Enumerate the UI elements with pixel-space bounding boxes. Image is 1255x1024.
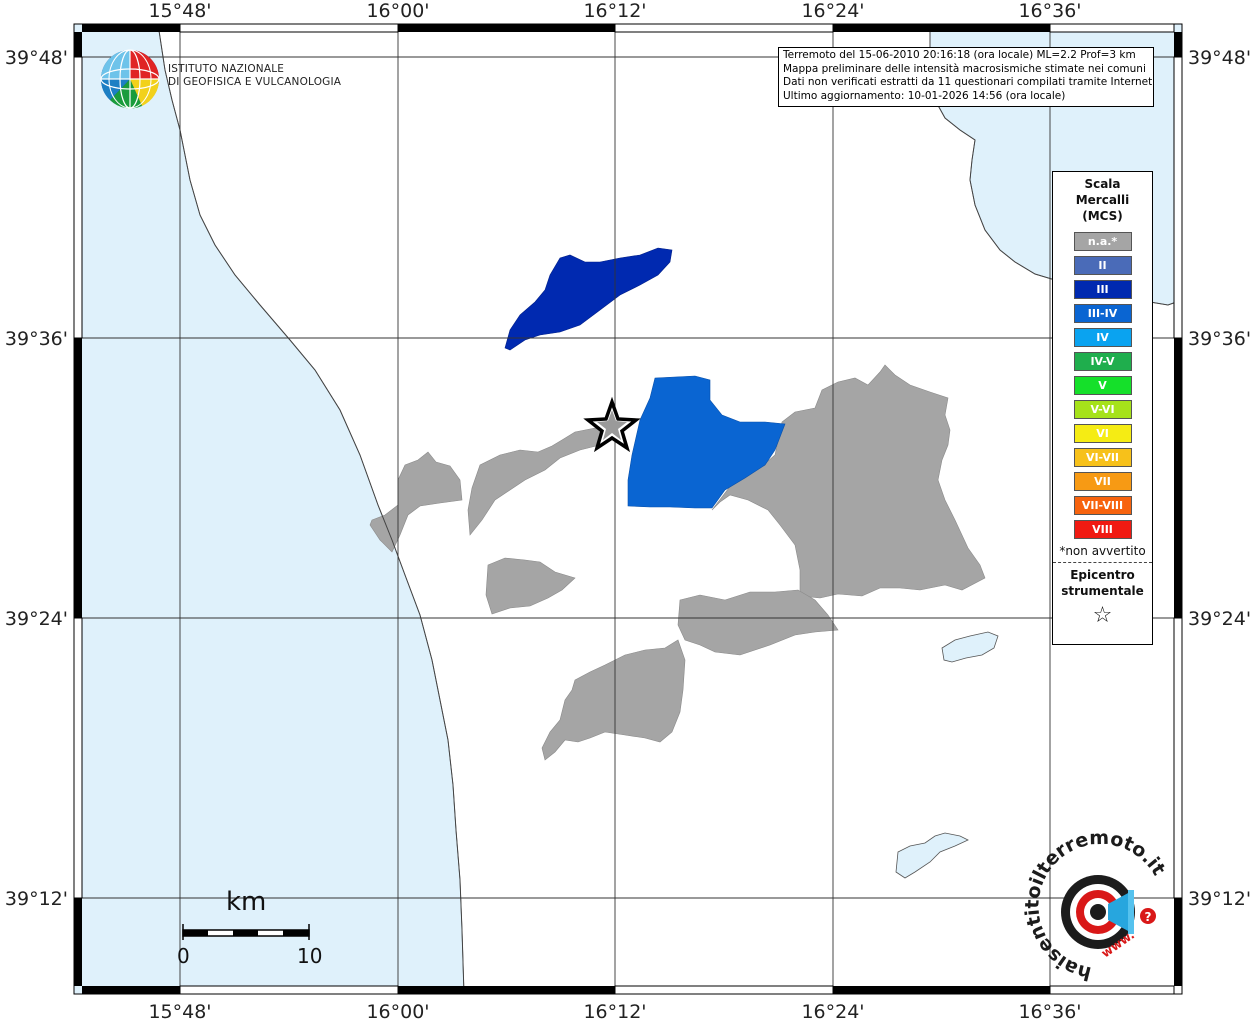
lon-label-top: 16°12' [583,0,646,22]
frame-left-seg-3 [74,338,82,618]
frame-top-seg-1 [82,24,180,32]
ingv-logo-line: DI GEOFISICA E VULCANOLOGIA [168,76,342,88]
scale-bar-unit: km [226,887,267,917]
frame-top-seg-4 [614,23,834,33]
longitude-labels-top: 15°48' 16°00' 16°12' 16°24' 16°36' [148,0,1081,22]
legend-swatch: V-VI [1073,400,1132,419]
info-line: Mappa preliminare delle intensità macros… [783,62,1146,75]
legend-swatch: II [1073,256,1132,275]
lon-label-bottom: 16°24' [801,1001,864,1023]
scale-bar-end: 10 [297,944,323,968]
ingv-logo-line: ISTITUTO NAZIONALE [168,63,285,75]
lat-label-right: 39°24' [1188,608,1251,630]
legend-star-icon: ☆ [1092,603,1113,628]
ingv-globe-icon [100,49,160,109]
lat-label-left: 39°36' [5,328,68,350]
info-line: Dati non verificati estratti da 11 quest… [783,76,1154,88]
lon-label-top: 16°36' [1018,0,1081,22]
legend-items: n.a.* II III III-IV IV IV-V V V-VI VI VI-VII VII VI… [1053,232,1152,539]
frame-right-seg-5 [1174,898,1182,986]
frame-top-seg-3 [398,24,615,32]
legend-swatch: VIII [1073,520,1132,539]
legend-epicenter-line: Epicentro [1070,568,1135,582]
frame-bottom-seg-6 [1049,985,1175,995]
legend-title: Scala Mercalli (MCS) [1053,176,1152,224]
logo-question-mark: ? [1145,910,1152,924]
frame-left-seg-5 [74,898,82,986]
frame-top-seg-6 [1049,23,1175,33]
legend-epicenter-label: Epicentro strumentale [1053,567,1152,599]
ingv-logo-text: ISTITUTO NAZIONALE DI GEOFISICA E VULCAN… [168,63,341,89]
lat-label-right: 39°12' [1188,888,1251,910]
megaphone-mouth [1128,890,1134,934]
legend-title-line: (MCS) [1082,209,1123,223]
frame-bottom-seg-3 [398,986,615,994]
lat-label-left: 39°24' [5,608,68,630]
legend-swatch: IV [1073,328,1132,347]
legend-note: *non avvertito [1053,544,1152,563]
frame-right-seg-2 [1173,56,1183,339]
legend-swatch: VI [1073,424,1132,443]
frame-left-seg-1 [74,32,82,57]
latitude-labels-right: 39°48' 39°36' 39°24' 39°12' [1188,47,1251,910]
legend-swatch: VII-VIII [1073,496,1132,515]
legend-title-line: Scala [1084,177,1121,191]
lat-label-left: 39°12' [5,888,68,910]
scale-bar-seg [183,930,208,936]
lat-label-left: 39°48' [5,47,68,69]
lon-label-top: 15°48' [148,0,211,22]
legend-swatch: III [1073,280,1132,299]
lon-label-bottom: 16°36' [1018,1001,1081,1023]
frame-right-seg-3 [1174,338,1182,618]
info-line: Terremoto del 15-06-2010 20:16:18 (ora l… [783,49,1136,61]
frame-left-seg-2 [73,56,83,339]
scale-bar-seg [283,930,309,936]
frame-top-seg-2 [179,23,399,33]
frame-left-seg-4 [73,617,83,899]
info-line: Ultimo aggiornamento: 10-01-2026 14:56 (… [783,89,1066,102]
frame-bottom-seg-4 [614,985,834,995]
frame-right-seg-1 [1174,32,1182,57]
frame-right-seg-4 [1173,617,1183,899]
legend-title-line: Mercalli [1075,193,1130,207]
legend-swatch: IV-V [1073,352,1132,371]
lon-label-bottom: 15°48' [148,1001,211,1023]
lat-label-right: 39°36' [1188,328,1251,350]
legend-swatch: VI-VII [1073,448,1132,467]
legend-epicenter-line: strumentale [1061,584,1144,598]
lon-label-bottom: 16°12' [583,1001,646,1023]
scale-bar-start: 0 [177,944,190,968]
logo-center-dot [1090,904,1106,920]
legend-swatch: n.a.* [1073,232,1132,251]
latitude-labels-left: 39°48' 39°36' 39°24' 39°12' [5,47,68,910]
earthquake-info-box: Terremoto del 15-06-2010 20:16:18 (ora l… [778,47,1154,107]
frame-bottom-seg-2 [179,985,399,995]
lat-label-right: 39°48' [1188,47,1251,69]
frame-bottom-seg-1 [82,986,180,994]
legend-swatch: VII [1073,472,1132,491]
scale-bar-seg [233,930,258,936]
frame-top-seg-5 [833,24,1050,32]
lon-label-top: 16°24' [801,0,864,22]
mcs-legend: Scala Mercalli (MCS) n.a.* II III III-IV IV I… [1052,171,1153,645]
frame-bottom-seg-5 [833,986,1050,994]
lon-label-bottom: 16°00' [366,1001,429,1023]
legend-swatch: V [1073,376,1132,395]
lon-label-top: 16°00' [366,0,429,22]
longitude-labels-bottom: 15°48' 16°00' 16°12' 16°24' 16°36' [148,1001,1081,1023]
legend-swatch: III-IV [1073,304,1132,323]
